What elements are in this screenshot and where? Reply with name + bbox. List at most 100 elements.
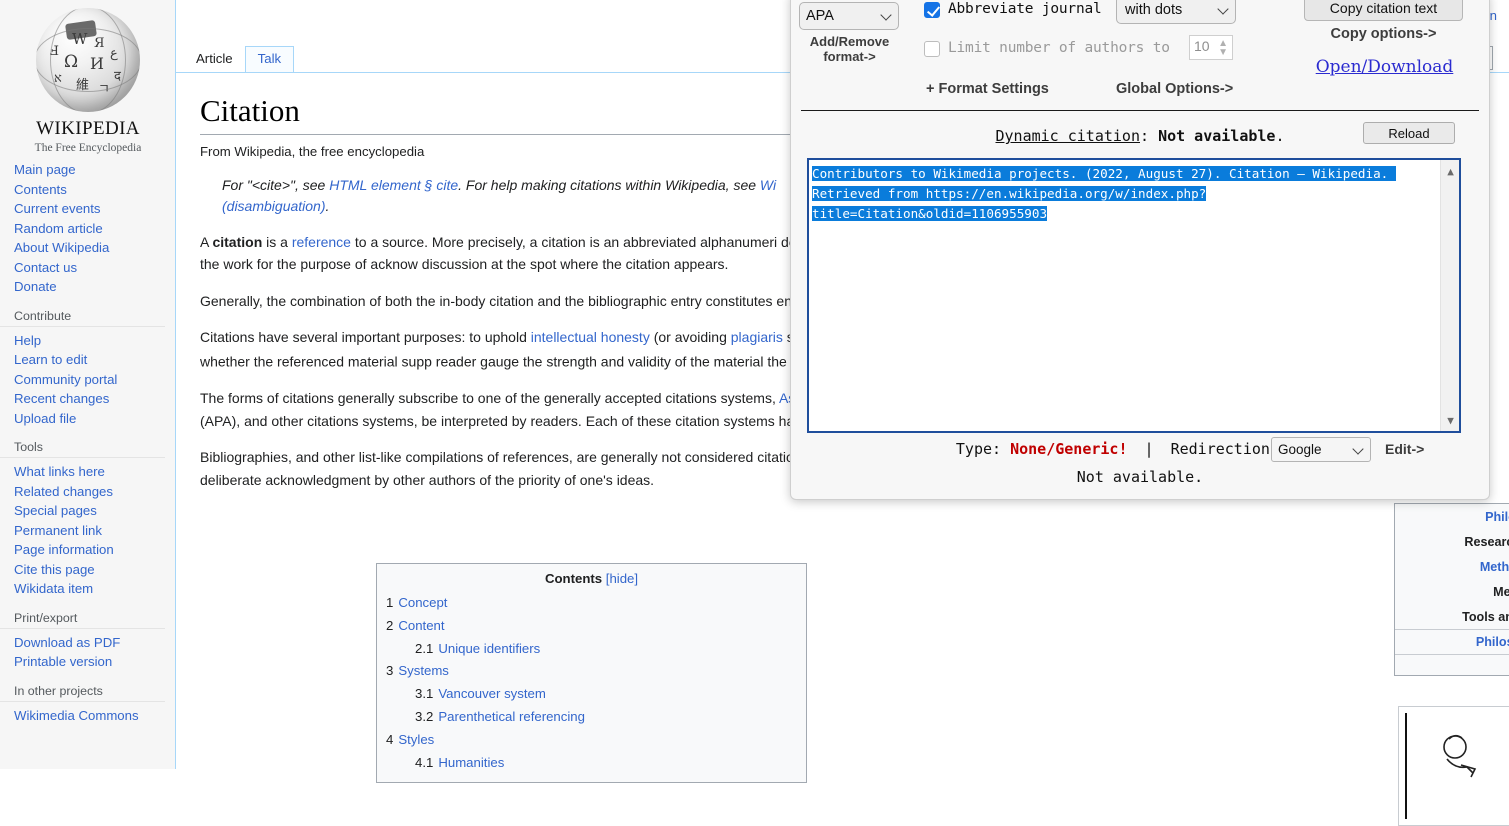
toc-item[interactable]: 4.1Humanities	[386, 752, 806, 775]
author-limit-stepper[interactable]: 10 ▲▼	[1189, 35, 1233, 60]
infobox-row[interactable]: Research strategy [show]	[1395, 529, 1509, 554]
sidebar-link[interactable]: Upload file	[14, 411, 76, 426]
toc-link[interactable]: Content	[398, 618, 444, 633]
citation-textarea[interactable]: Contributors to Wikimedia projects. (202…	[807, 158, 1461, 433]
sidebar-item-random-article[interactable]: Random article	[14, 219, 175, 239]
dots-style-select[interactable]: with dots	[1116, 0, 1236, 24]
sidebar-link[interactable]: Help	[14, 333, 41, 348]
sidebar-link[interactable]: Page information	[14, 542, 114, 557]
toc-link[interactable]: Styles	[398, 732, 434, 747]
textarea-scrollbar[interactable]: ▲ ▼	[1440, 160, 1459, 431]
sidebar-item-help[interactable]: Help	[14, 331, 175, 351]
sidebar-item-wikidata-item[interactable]: Wikidata item	[14, 579, 175, 599]
infobox-row[interactable]: Methods [show]	[1395, 579, 1509, 604]
sidebar-link[interactable]: Main page	[14, 162, 76, 177]
toc-link[interactable]: Humanities	[438, 755, 504, 770]
toc-link[interactable]: Vancouver system	[438, 686, 546, 701]
toc-link[interactable]: Unique identifiers	[438, 641, 540, 656]
toc-link[interactable]: Parenthetical referencing	[438, 709, 585, 724]
sidebar-item-learn-to-edit[interactable]: Learn to edit	[14, 350, 175, 370]
sidebar-item-main-page[interactable]: Main page	[14, 160, 175, 180]
sidebar-link[interactable]: Contact us	[14, 260, 77, 275]
scroll-down-icon[interactable]: ▼	[1441, 411, 1460, 429]
redirection-link-select[interactable]: Google	[1271, 437, 1371, 462]
toc-link[interactable]: Concept	[398, 595, 447, 610]
toc-item[interactable]: 2.1Unique identifiers	[386, 638, 806, 661]
sidebar-link[interactable]: Related changes	[14, 484, 113, 499]
infobox-label[interactable]: Methodology	[1395, 560, 1509, 574]
sidebar-link[interactable]: Printable version	[14, 654, 112, 669]
sidebar-link[interactable]: Recent changes	[14, 391, 109, 406]
sidebar-item-current-events[interactable]: Current events	[14, 199, 175, 219]
sidebar-item-what-links-here[interactable]: What links here	[14, 462, 175, 482]
stepper-arrows-icon[interactable]: ▲▼	[1218, 39, 1228, 57]
sidebar-item-related-changes[interactable]: Related changes	[14, 482, 175, 502]
link-reference[interactable]: reference	[292, 234, 351, 250]
citation-style-select[interactable]: APA	[799, 2, 899, 30]
sidebar-item-upload-file[interactable]: Upload file	[14, 409, 175, 429]
sidebar-item-wikimedia-commons[interactable]: Wikimedia Commons	[14, 706, 175, 726]
citation-text-content[interactable]: Contributors to Wikimedia projects. (202…	[812, 164, 1437, 224]
format-settings-button[interactable]: + Format Settings	[926, 81, 1049, 97]
hatnote-link-wikipedia[interactable]: Wi	[760, 177, 776, 193]
sidebar-item-printable-version[interactable]: Printable version	[14, 652, 175, 672]
sidebar-link[interactable]: Wikimedia Commons	[14, 708, 139, 723]
hatnote-link-disambiguation[interactable]: (disambiguation)	[222, 198, 326, 214]
sidebar-item-permanent-link[interactable]: Permanent link	[14, 521, 175, 541]
sidebar-link[interactable]: Cite this page	[14, 562, 95, 577]
toc-hide-button[interactable]: [hide]	[606, 571, 638, 586]
sidebar-link[interactable]: Community portal	[14, 372, 117, 387]
abbreviate-journal-checkbox[interactable]	[924, 2, 940, 18]
infobox-row[interactable]: Philosophy [show]	[1395, 504, 1509, 529]
toc-item[interactable]: 3.1Vancouver system	[386, 683, 806, 706]
sidebar-link[interactable]: Download as PDF	[14, 635, 120, 650]
link-plagiarism[interactable]: plagiaris	[731, 329, 783, 345]
link-intellectual-honesty[interactable]: intellectual honesty	[531, 329, 650, 345]
add-remove-format-button[interactable]: Add/Remove format->	[797, 34, 902, 64]
toc-item[interactable]: 1Concept	[386, 592, 806, 615]
tab-talk[interactable]: Talk	[245, 46, 294, 72]
reload-button[interactable]: Reload	[1363, 122, 1455, 144]
infobox-vte-links[interactable]: V·T·E	[1395, 654, 1509, 675]
sidebar-link[interactable]: Current events	[14, 201, 101, 216]
sidebar-item-page-information[interactable]: Page information	[14, 540, 175, 560]
sidebar-item-contents[interactable]: Contents	[14, 180, 175, 200]
sidebar-link[interactable]: Learn to edit	[14, 352, 87, 367]
infobox-portal-link[interactable]: Philosophy portal	[1395, 629, 1509, 654]
toc-link[interactable]: Systems	[398, 663, 449, 678]
sidebar-item-cite-this-page[interactable]: Cite this page	[14, 560, 175, 580]
toc-item[interactable]: 3Systems	[386, 660, 806, 683]
sidebar-item-download-as-pdf[interactable]: Download as PDF	[14, 633, 175, 653]
sidebar-item-community-portal[interactable]: Community portal	[14, 370, 175, 390]
limit-authors-checkbox[interactable]	[924, 41, 940, 57]
sidebar-link[interactable]: Random article	[14, 221, 103, 236]
open-download-link[interactable]: Open/Download	[1297, 57, 1472, 77]
hatnote-link-html-element[interactable]: HTML element § cite	[329, 177, 458, 193]
toc-item[interactable]: 2Content	[386, 615, 806, 638]
sidebar-link[interactable]: What links here	[14, 464, 105, 479]
infobox-row[interactable]: Tools and software [show]	[1395, 604, 1509, 629]
tab-article[interactable]: Article	[184, 47, 245, 72]
copy-citation-text-button[interactable]: Copy citation text	[1304, 0, 1463, 21]
global-options-button[interactable]: Global Options->	[1116, 81, 1233, 97]
edit-button[interactable]: Edit->	[1385, 441, 1424, 457]
sidebar-link[interactable]: About Wikipedia	[14, 240, 109, 255]
sidebar-link[interactable]: Wikidata item	[14, 581, 93, 596]
infobox-label[interactable]: Philosophy	[1395, 510, 1509, 524]
sidebar-item-special-pages[interactable]: Special pages	[14, 501, 175, 521]
sidebar-item-about-wikipedia[interactable]: About Wikipedia	[14, 238, 175, 258]
copy-options-button[interactable]: Copy options->	[1304, 26, 1463, 42]
sidebar-item-recent-changes[interactable]: Recent changes	[14, 389, 175, 409]
article-thumbnail-image[interactable]	[1398, 706, 1509, 826]
sidebar-link[interactable]: Special pages	[14, 503, 97, 518]
sidebar-item-contact-us[interactable]: Contact us	[14, 258, 175, 278]
sidebar-link[interactable]: Contents	[14, 182, 67, 197]
sidebar-item-donate[interactable]: Donate	[14, 277, 175, 297]
toc-item[interactable]: 3.2Parenthetical referencing	[386, 706, 806, 729]
infobox-row[interactable]: Methodology [show]	[1395, 554, 1509, 579]
sidebar-link[interactable]: Permanent link	[14, 523, 102, 538]
sidebar-link[interactable]: Donate	[14, 279, 57, 294]
toc-item[interactable]: 4Styles	[386, 729, 806, 752]
scroll-up-icon[interactable]: ▲	[1441, 162, 1460, 180]
wikipedia-logo[interactable]: W Я Ω И ع א 維 ㄱ द Ⅎ WIKIPEDIA The Free E…	[0, 0, 176, 160]
